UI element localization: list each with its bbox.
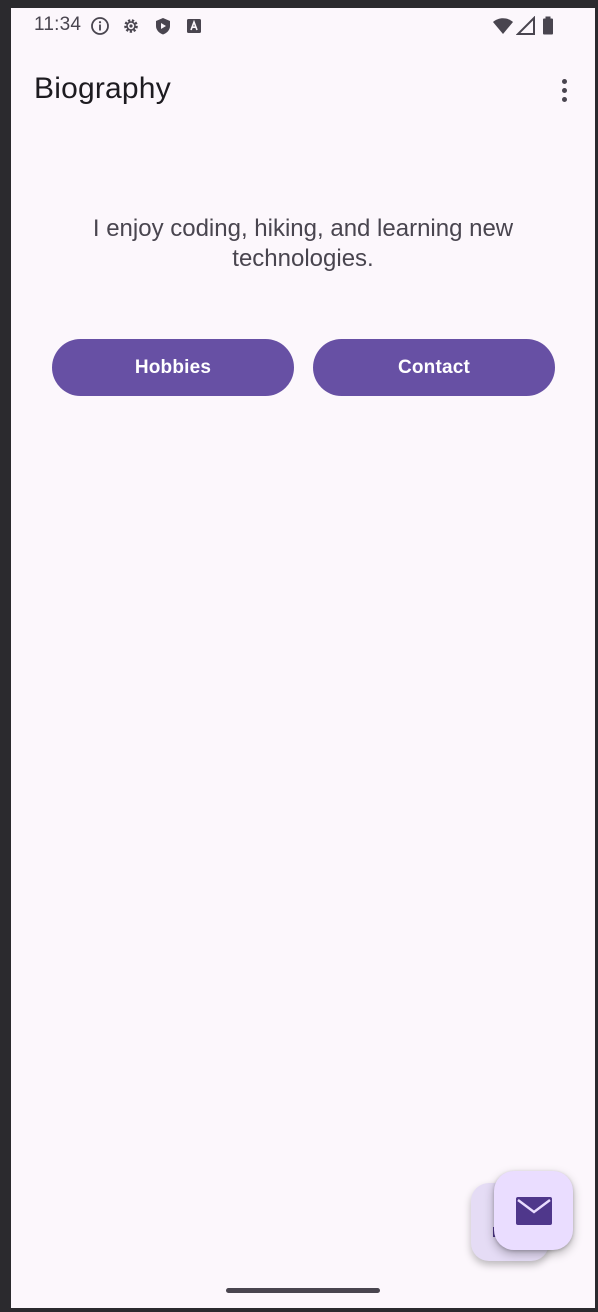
shield-icon	[153, 16, 173, 36]
top-app-bar: Biography	[11, 64, 595, 120]
more-vert-icon-dot	[561, 96, 567, 102]
wifi-icon	[492, 16, 514, 36]
settings-gear-icon	[121, 16, 141, 36]
contact-button[interactable]: Contact	[313, 339, 555, 396]
app-screen: 11:34 Biography I enjoy coding, hiking, …	[11, 8, 595, 1308]
keyboard-a-icon	[184, 16, 204, 36]
hobbies-button[interactable]: Hobbies	[52, 339, 294, 396]
biography-text: I enjoy coding, hiking, and learning new…	[92, 215, 514, 272]
more-vert-icon	[561, 78, 567, 84]
more-vert-icon-dot	[561, 87, 567, 93]
status-bar: 11:34	[11, 8, 595, 44]
email-fab-button[interactable]	[494, 1171, 573, 1250]
battery-icon	[541, 16, 555, 36]
mail-icon	[515, 1196, 553, 1226]
gesture-navigation-bar[interactable]	[226, 1288, 380, 1293]
more-options-button[interactable]	[551, 72, 577, 108]
info-icon	[90, 16, 110, 36]
cell-signal-icon	[516, 16, 536, 36]
status-time: 11:34	[34, 14, 82, 35]
page-title: Biography	[34, 72, 171, 105]
